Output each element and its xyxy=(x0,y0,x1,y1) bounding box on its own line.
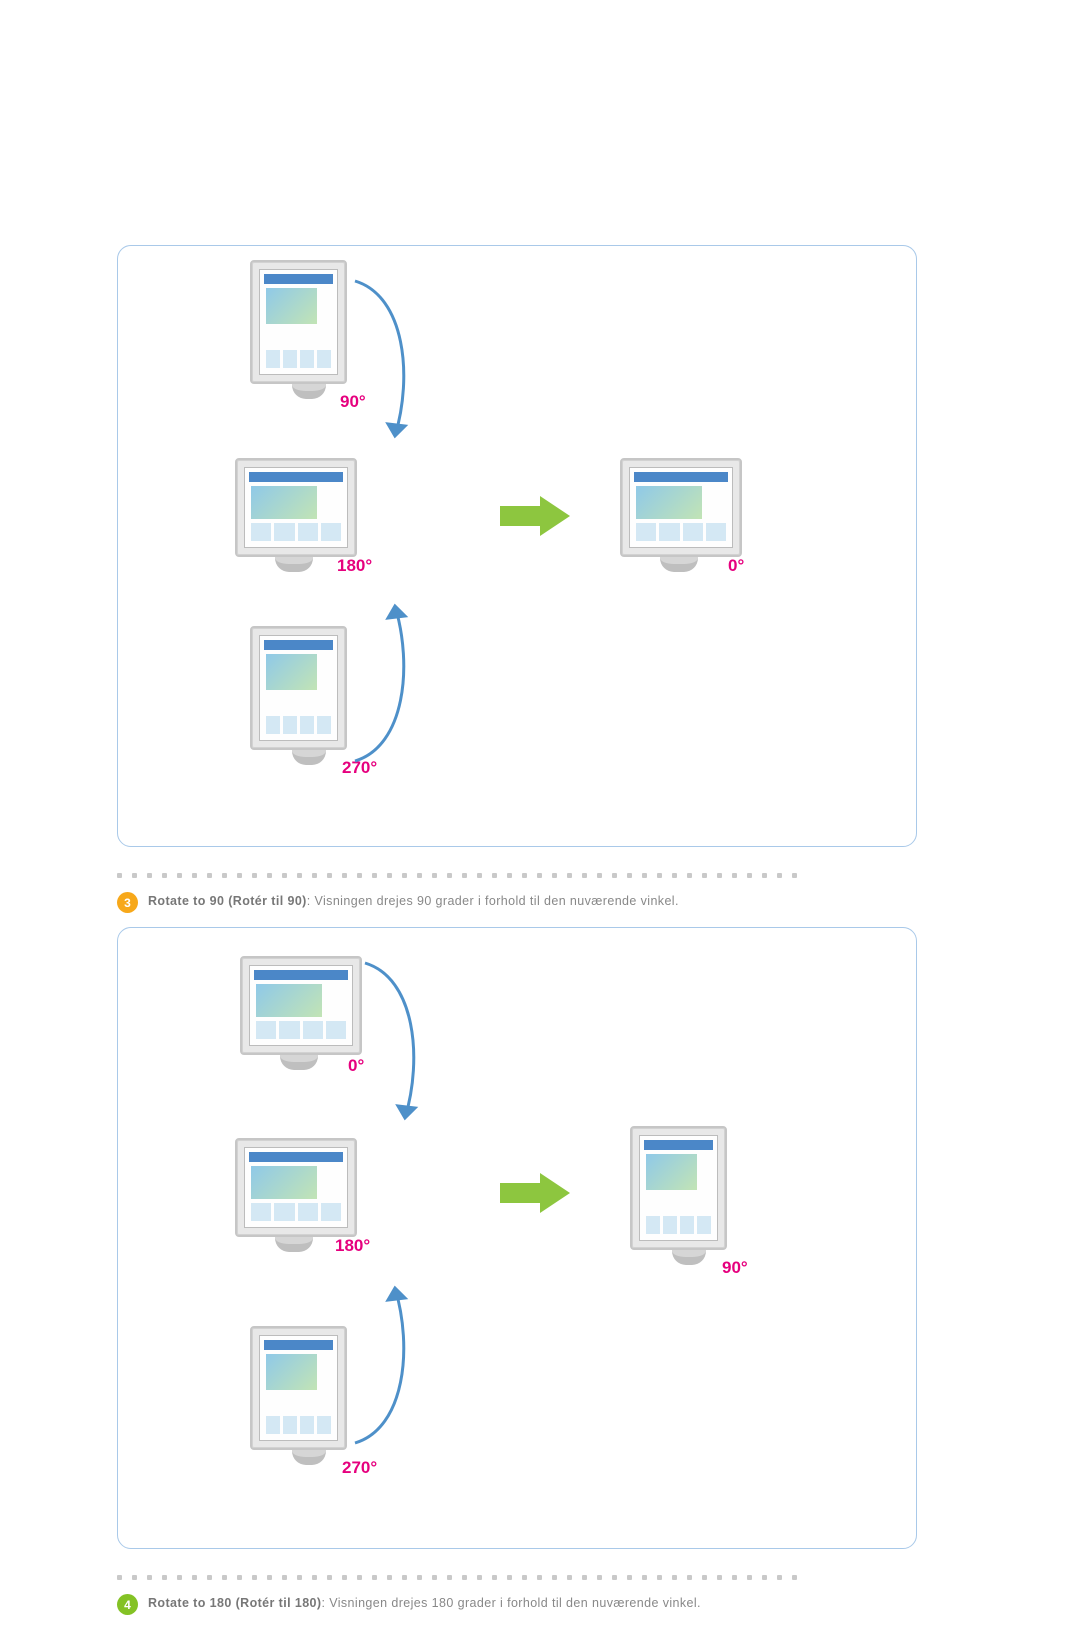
monitor-90b: 90° xyxy=(630,1126,748,1265)
step-4: 4 Rotate to 180 (Rotér til 180): Visning… xyxy=(117,1593,917,1615)
curve-arrow-icon xyxy=(345,1278,425,1448)
step-3-text: Rotate to 90 (Rotér til 90): Visningen d… xyxy=(148,891,679,911)
step-3-desc: : Visningen drejes 90 grader i forhold t… xyxy=(307,894,679,908)
curve-arrow-icon xyxy=(355,958,435,1128)
figure-inner: 0° 180° 270° 90° xyxy=(130,948,890,1528)
document-page: 90° 180° 270° 0° xyxy=(0,0,1080,1527)
step-bullet-4: 4 xyxy=(117,1594,138,1615)
step-3-title-en: Rotate to 90 xyxy=(148,894,224,908)
step-bullet-3: 3 xyxy=(117,892,138,913)
step-3-title-local: (Rotér til 90) xyxy=(228,894,307,908)
step-4-desc: : Visningen drejes 180 grader i forhold … xyxy=(321,1596,700,1610)
angle-label-90b: 90° xyxy=(722,1258,748,1278)
curve-arrow-icon xyxy=(345,276,425,446)
monitor-0b: 0° xyxy=(240,956,358,1070)
angle-label-270b: 270° xyxy=(342,1458,377,1478)
divider-dots xyxy=(117,865,917,883)
divider-dots xyxy=(117,1567,917,1585)
figure-rotate-to-90: 0° 180° 270° 90° xyxy=(117,927,917,1549)
figure-rotate-to-0: 90° 180° 270° 0° xyxy=(117,245,917,847)
step-4-title-en: Rotate to 180 xyxy=(148,1596,232,1610)
monitor-0: 0° xyxy=(620,458,738,572)
monitor-180b: 180° xyxy=(235,1138,353,1252)
curve-arrow-icon xyxy=(345,596,425,766)
step-4-title-local: (Rotér til 180) xyxy=(236,1596,322,1610)
monitor-180: 180° xyxy=(235,458,353,572)
arrow-right-icon xyxy=(500,1173,570,1213)
angle-label-180: 180° xyxy=(337,556,372,576)
content-column: 90° 180° 270° 0° xyxy=(117,245,917,1629)
step-3: 3 Rotate to 90 (Rotér til 90): Visningen… xyxy=(117,891,917,913)
angle-label-180b: 180° xyxy=(335,1236,370,1256)
step-4-text: Rotate to 180 (Rotér til 180): Visningen… xyxy=(148,1593,701,1613)
angle-label-0: 0° xyxy=(728,556,744,576)
figure-inner: 90° 180° 270° 0° xyxy=(130,266,890,826)
arrow-right-icon xyxy=(500,496,570,536)
